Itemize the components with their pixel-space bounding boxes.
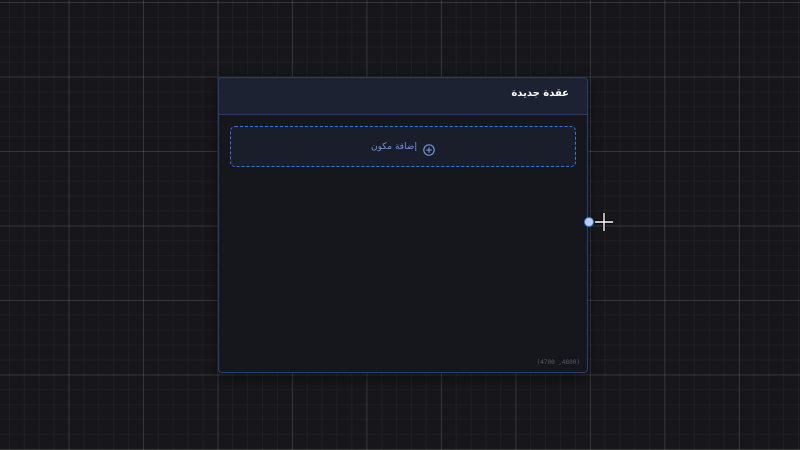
node-coordinates: (4700 ,4800) (536, 359, 580, 366)
node-output-port[interactable] (584, 217, 594, 227)
plus-circle-icon (423, 141, 435, 156)
node-header[interactable]: عقدة جديدة (219, 78, 587, 115)
node-title: عقدة جديدة (511, 88, 569, 99)
graph-node[interactable]: عقدة جديدة إضافة مكون (4700 ,4800) (218, 77, 588, 373)
add-component-button[interactable]: إضافة مكون (230, 126, 576, 167)
add-component-label: إضافة مكون (371, 141, 417, 152)
